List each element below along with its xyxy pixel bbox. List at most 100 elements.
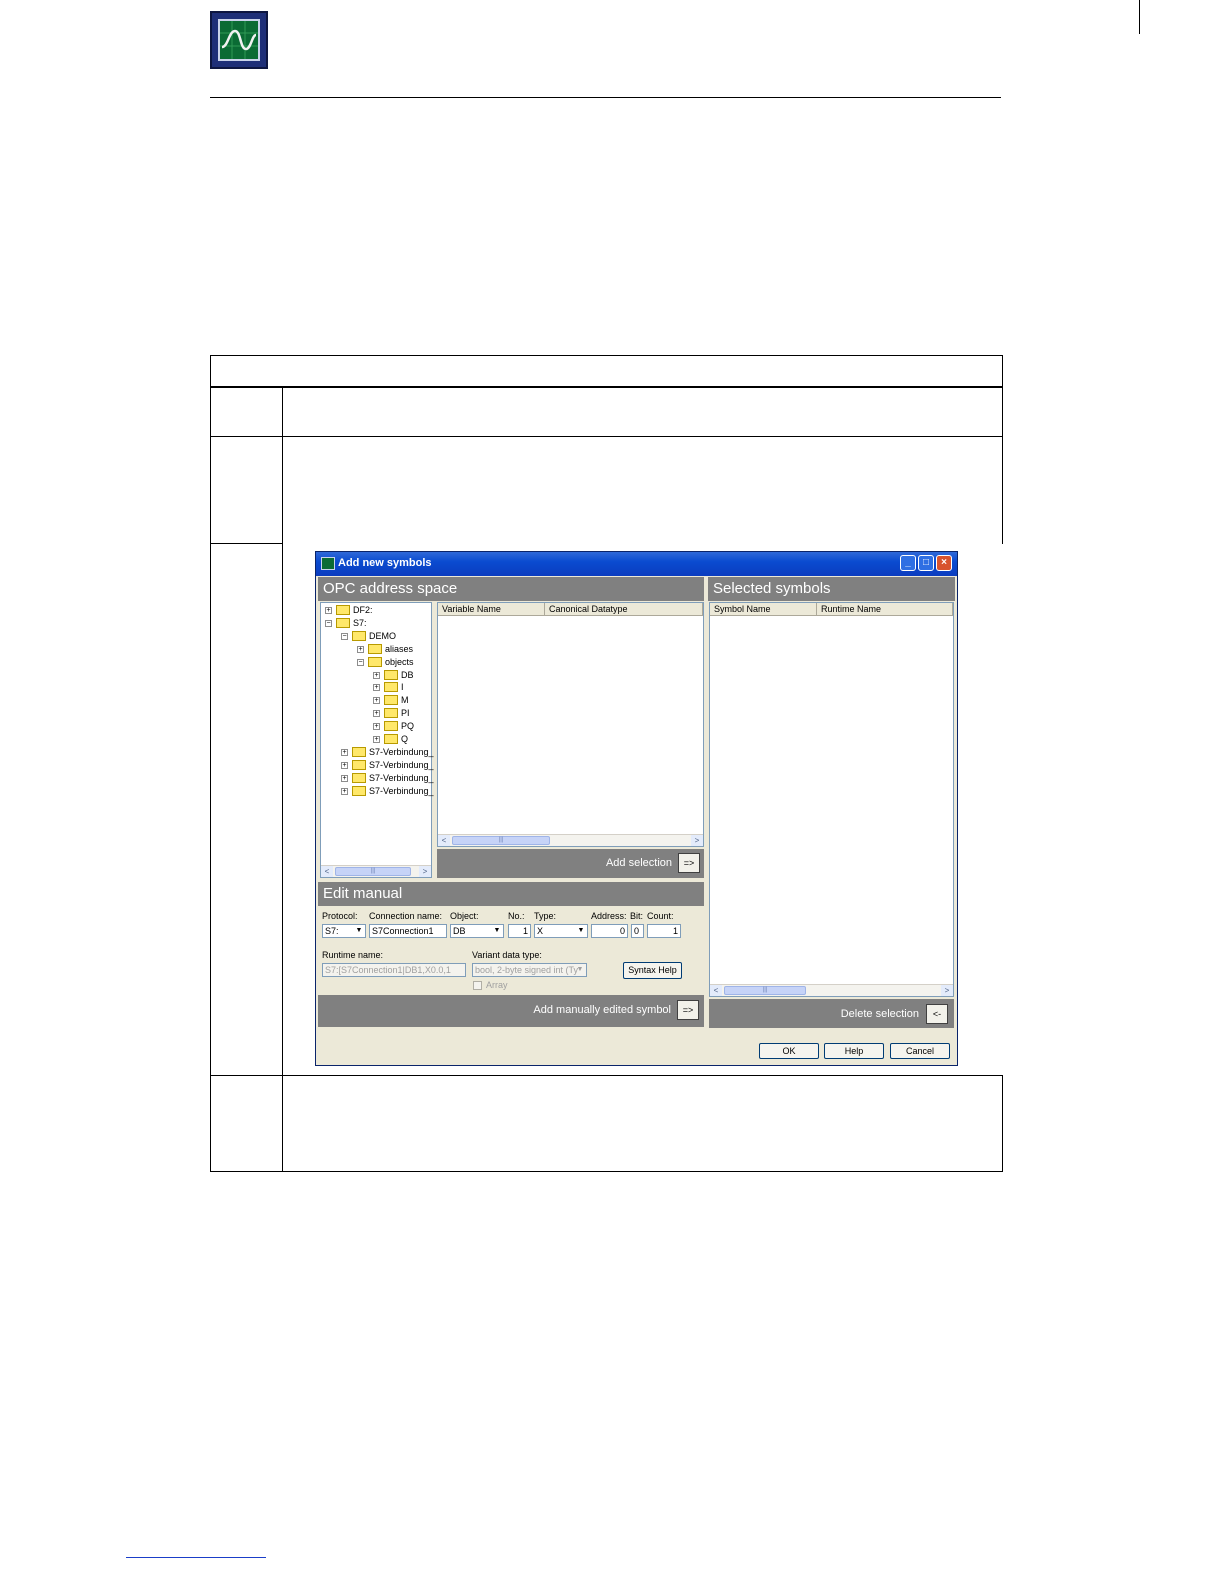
chevron-down-icon: ▼ [576, 966, 584, 973]
scroll-thumb[interactable]: ||| [335, 867, 411, 876]
bit-label: Bit: [630, 911, 644, 921]
scroll-left-icon[interactable]: < [321, 866, 333, 877]
array-checkbox [473, 981, 482, 990]
add-selection-label: Add selection [605, 857, 672, 869]
address-label: Address: [591, 911, 627, 921]
array-label: Array [486, 980, 508, 990]
runtime-name-label: Runtime name: [322, 950, 384, 960]
footer-link-rule [126, 1557, 266, 1558]
selected-symbols-list[interactable]: Symbol Name Runtime Name < ||| > [709, 602, 954, 997]
tree-item-label: DF2: [353, 605, 373, 615]
protocol-label: Protocol: [322, 911, 358, 921]
chevron-down-icon: ▼ [577, 927, 585, 934]
header-rule [210, 97, 1001, 98]
add-selection-button[interactable]: => [678, 853, 700, 873]
folder-icon [352, 785, 366, 796]
runtime-name-input: S7:[S7Connection1|DB1,X0.0,1 [322, 963, 466, 977]
protocol-select[interactable]: S7: ▼ [322, 924, 366, 938]
scroll-right-icon[interactable]: > [419, 866, 431, 877]
folder-icon [352, 630, 366, 641]
selected-hscrollbar[interactable]: < ||| > [710, 984, 953, 996]
variant-data-type-select: bool, 2-byte signed int (Ty ▼ [472, 963, 587, 977]
add-manual-bar: Add manually edited symbol => [318, 995, 704, 1027]
expand-icon[interactable]: + [373, 710, 380, 718]
folder-icon [336, 617, 350, 628]
folder-icon [352, 759, 366, 770]
add-selection-bar: Add selection => [437, 849, 704, 878]
syntax-help-button[interactable]: Syntax Help [623, 962, 682, 979]
maximize-button[interactable]: □ [918, 555, 934, 571]
object-label: Object: [450, 911, 479, 921]
add-manual-label: Add manually edited symbol [533, 1004, 671, 1016]
folder-icon [384, 682, 398, 693]
app-icon [321, 557, 335, 570]
folder-icon [384, 708, 398, 719]
help-button[interactable]: Help [824, 1043, 884, 1059]
margin-mark [1139, 0, 1140, 34]
address-input[interactable]: 0 [591, 924, 628, 938]
ok-button[interactable]: OK [759, 1043, 819, 1059]
collapse-icon[interactable]: − [341, 632, 348, 640]
scroll-right-icon[interactable]: > [691, 835, 703, 846]
delete-selection-bar: Delete selection <- [709, 999, 954, 1028]
minimize-button[interactable]: _ [900, 555, 916, 571]
tree-item-label: S7: [353, 617, 367, 628]
type-select[interactable]: X ▼ [534, 924, 588, 938]
selected-symbols-header: Selected symbols [708, 577, 955, 601]
object-select[interactable]: DB ▼ [450, 924, 504, 938]
tree-item-label: PQ [401, 721, 415, 732]
scroll-left-icon[interactable]: < [710, 985, 722, 996]
connection-name-input[interactable]: S7Connection1 [369, 924, 447, 938]
count-input[interactable]: 1 [647, 924, 681, 938]
variable-list[interactable]: Variable Name Canonical Datatype < ||| > [437, 602, 704, 847]
folder-icon [336, 605, 350, 615]
column-runtime-name[interactable]: Runtime Name [817, 603, 953, 616]
expand-icon[interactable]: + [341, 787, 348, 795]
expand-icon[interactable]: + [325, 607, 332, 614]
opc-address-space-header: OPC address space [318, 577, 704, 601]
add-manual-symbol-button[interactable]: => [677, 1000, 699, 1020]
tree-item-label: S7-Verbindung_ [369, 759, 434, 770]
tree-item-label: PI [401, 708, 410, 719]
expand-icon[interactable]: + [373, 697, 380, 705]
expand-icon[interactable]: + [341, 748, 348, 756]
chevron-down-icon: ▼ [493, 927, 501, 934]
scroll-thumb[interactable]: ||| [724, 986, 806, 995]
folder-icon [384, 721, 398, 732]
variant-data-type-label: Variant data type: [472, 950, 542, 960]
tree-item-label: S7-Verbindung_ [369, 746, 434, 757]
expand-icon[interactable]: + [341, 761, 348, 769]
add-new-symbols-dialog: Add new symbols _ □ × OPC address space … [315, 551, 958, 1066]
scroll-left-icon[interactable]: < [438, 835, 450, 846]
opc-tree[interactable]: + DF2: − S7: − DEMO + aliases − objects + DB + I + M + PI… [320, 602, 434, 878]
folder-icon [352, 772, 366, 783]
column-canonical-datatype[interactable]: Canonical Datatype [545, 603, 703, 616]
expand-icon[interactable]: + [357, 645, 364, 653]
no-input[interactable]: 1 [508, 924, 531, 938]
column-variable-name[interactable]: Variable Name [438, 603, 545, 616]
collapse-icon[interactable]: − [357, 658, 364, 666]
column-symbol-name[interactable]: Symbol Name [710, 603, 817, 616]
expand-icon[interactable]: + [373, 723, 380, 731]
delete-selection-label: Delete selection [840, 1008, 919, 1020]
scroll-right-icon[interactable]: > [941, 985, 953, 996]
tree-hscrollbar[interactable]: < ||| > [321, 865, 431, 877]
expand-icon[interactable]: + [373, 671, 380, 679]
tree-item-label: S7-Verbindung_ [369, 785, 434, 796]
cancel-button[interactable]: Cancel [890, 1043, 950, 1059]
variable-list-hscrollbar[interactable]: < ||| > [438, 834, 703, 846]
bit-input[interactable]: 0 [631, 924, 644, 938]
folder-icon [384, 669, 398, 680]
expand-icon[interactable]: + [341, 774, 348, 782]
collapse-icon[interactable]: − [325, 619, 332, 627]
folder-icon [384, 734, 398, 744]
expand-icon[interactable]: + [373, 684, 380, 692]
title-bar: Add new symbols _ □ × [316, 552, 957, 576]
close-button[interactable]: × [936, 555, 952, 571]
scroll-thumb[interactable]: ||| [452, 836, 550, 845]
folder-icon [368, 643, 382, 654]
expand-icon[interactable]: + [373, 736, 380, 743]
delete-selection-button[interactable]: <- [926, 1004, 948, 1024]
tree-item-label: Q [401, 734, 409, 744]
folder-icon [352, 746, 366, 757]
